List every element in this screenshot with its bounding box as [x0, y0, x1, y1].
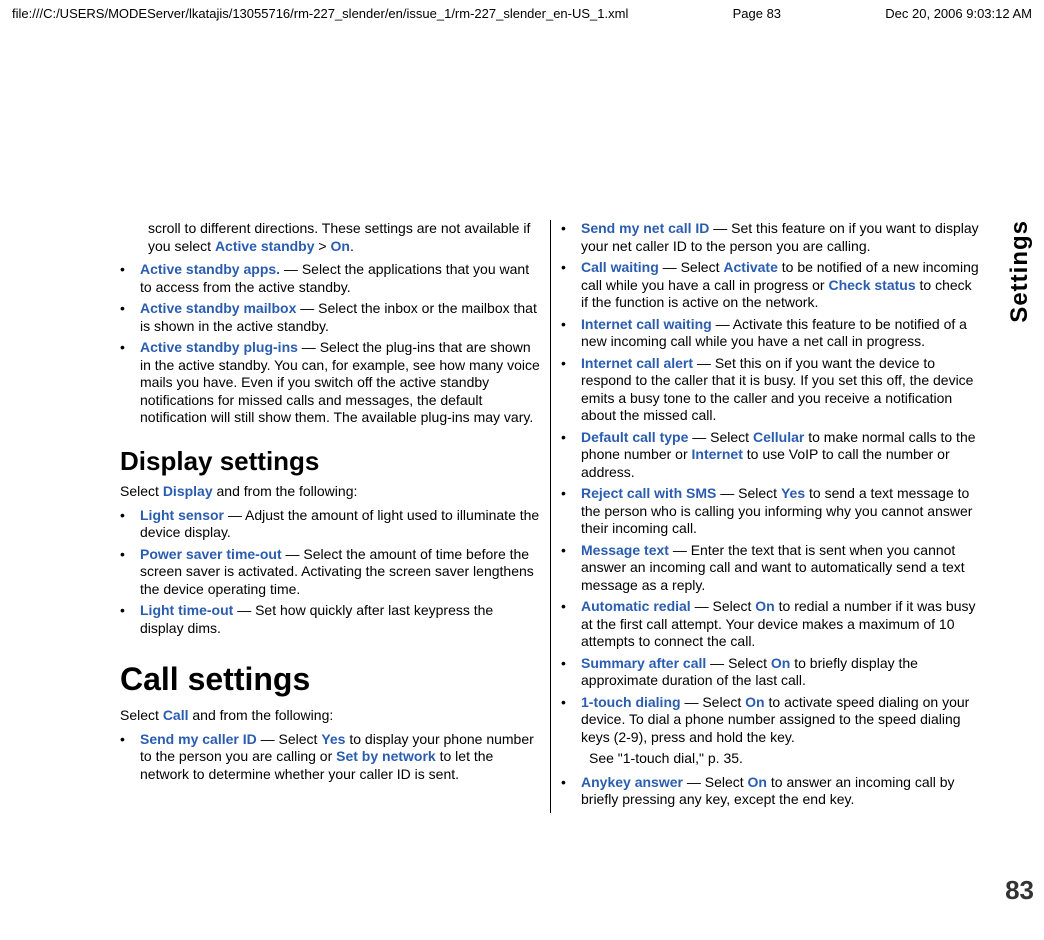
bullet: •	[561, 316, 581, 351]
kw: Light sensor	[140, 507, 224, 523]
text: Select	[120, 707, 163, 723]
list-item: •Active standby mailbox — Select the inb…	[120, 300, 540, 335]
bullet: •	[561, 220, 581, 255]
kw: Active standby mailbox	[140, 300, 296, 316]
bullet: •	[120, 300, 140, 335]
kw: Send my caller ID	[140, 731, 257, 747]
kw: Internet	[692, 446, 743, 462]
kw-on: On	[331, 238, 350, 254]
kw: Default call type	[581, 429, 688, 445]
kw: Call waiting	[581, 259, 659, 275]
kw: 1-touch dialing	[581, 694, 681, 710]
list-item: •Summary after call — Select On to brief…	[561, 655, 981, 690]
kw-active-standby: Active standby	[215, 238, 315, 254]
list-item: •Active standby plug-ins — Select the pl…	[120, 339, 540, 427]
bullet: •	[120, 261, 140, 296]
page-number: 83	[1005, 875, 1034, 906]
kw: Active standby plug-ins	[140, 339, 298, 355]
kw: On	[748, 774, 767, 790]
side-tab-settings: Settings	[1006, 220, 1034, 323]
kw: Active standby apps.	[140, 261, 280, 277]
heading-call-settings: Call settings	[120, 659, 540, 699]
text: — Select	[716, 485, 781, 501]
list-item: •Internet call waiting — Activate this f…	[561, 316, 981, 351]
see-ref: See "1-touch dial," p. 35.	[561, 750, 981, 768]
text: and from the following:	[213, 483, 358, 499]
text: — Select	[683, 774, 748, 790]
kw: Summary after call	[581, 655, 706, 671]
bullet: •	[561, 259, 581, 312]
kw: Check status	[828, 277, 915, 293]
text: >	[315, 238, 331, 254]
bullet: •	[561, 694, 581, 747]
kw: On	[755, 598, 774, 614]
kw-yes: Yes	[321, 731, 345, 747]
call-intro: Select Call and from the following:	[120, 707, 540, 725]
bullet: •	[561, 429, 581, 482]
bullet: •	[561, 485, 581, 538]
text: — Select	[706, 655, 771, 671]
left-column: scroll to different directions. These se…	[120, 220, 540, 813]
text: — Select	[688, 429, 753, 445]
print-header: file:///C:/USERS/MODEServer/lkatajis/130…	[0, 0, 1044, 25]
bullet: •	[120, 546, 140, 599]
kw: Power saver time-out	[140, 546, 282, 562]
bullet: •	[561, 355, 581, 425]
bullet: •	[120, 507, 140, 542]
list-item: •Anykey answer — Select On to answer an …	[561, 774, 981, 809]
list-item: •Reject call with SMS — Select Yes to se…	[561, 485, 981, 538]
kw: Cellular	[753, 429, 804, 445]
heading-display-settings: Display settings	[120, 445, 540, 478]
display-intro: Select Display and from the following:	[120, 483, 540, 501]
kw-display: Display	[163, 483, 213, 499]
list-item: •Automatic redial — Select On to redial …	[561, 598, 981, 651]
list-item: •Call waiting — Select Activate to be no…	[561, 259, 981, 312]
kw: Message text	[581, 542, 669, 558]
intro-paragraph: scroll to different directions. These se…	[120, 220, 540, 255]
bullet: •	[561, 598, 581, 651]
kw: Light time-out	[140, 602, 233, 618]
text: Select	[120, 483, 163, 499]
kw: Reject call with SMS	[581, 485, 716, 501]
list-item: •1-touch dialing — Select On to activate…	[561, 694, 981, 747]
kw: Anykey answer	[581, 774, 683, 790]
bullet: •	[561, 774, 581, 809]
bullet: •	[120, 731, 140, 784]
right-column: •Send my net call ID — Set this feature …	[561, 220, 981, 813]
text: — Select	[257, 731, 322, 747]
kw: Activate	[723, 259, 777, 275]
kw: Internet call waiting	[581, 316, 712, 332]
text: — Select	[691, 598, 756, 614]
list-item: •Send my net call ID — Set this feature …	[561, 220, 981, 255]
list-item: •Light time-out — Set how quickly after …	[120, 602, 540, 637]
kw: On	[745, 694, 764, 710]
bullet: •	[561, 655, 581, 690]
header-filepath: file:///C:/USERS/MODEServer/lkatajis/130…	[12, 6, 628, 21]
text: — Select	[659, 259, 724, 275]
kw: Automatic redial	[581, 598, 691, 614]
kw: On	[771, 655, 790, 671]
header-timestamp: Dec 20, 2006 9:03:12 AM	[885, 6, 1032, 21]
kw: Internet call alert	[581, 355, 693, 371]
bullet: •	[120, 602, 140, 637]
list-item: •Internet call alert — Set this on if yo…	[561, 355, 981, 425]
list-item: • Send my caller ID — Select Yes to disp…	[120, 731, 540, 784]
list-item: •Default call type — Select Cellular to …	[561, 429, 981, 482]
page-body: scroll to different directions. These se…	[120, 220, 1005, 813]
text: and from the following:	[189, 707, 334, 723]
list-item: •Message text — Enter the text that is s…	[561, 542, 981, 595]
column-separator	[550, 220, 551, 813]
list-item: •Power saver time-out — Select the amoun…	[120, 546, 540, 599]
kw: Send my net call ID	[581, 220, 709, 236]
kw: Yes	[781, 485, 805, 501]
header-page: Page 83	[733, 6, 781, 21]
list-item: •Light sensor — Adjust the amount of lig…	[120, 507, 540, 542]
kw-call: Call	[163, 707, 189, 723]
text: .	[350, 238, 354, 254]
list-item: •Active standby apps. — Select the appli…	[120, 261, 540, 296]
kw-set-by-network: Set by network	[336, 748, 436, 764]
bullet: •	[120, 339, 140, 427]
text: — Select	[681, 694, 746, 710]
bullet: •	[561, 542, 581, 595]
